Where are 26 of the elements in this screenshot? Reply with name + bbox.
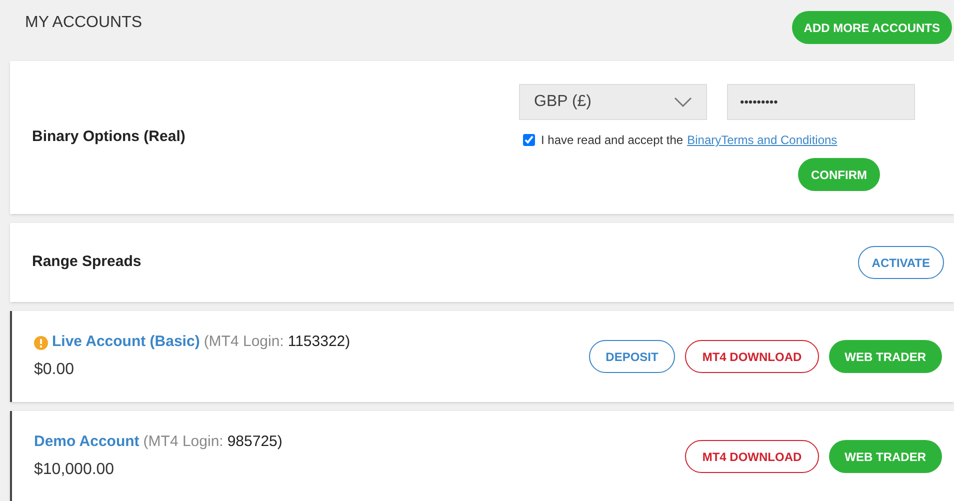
warning-icon xyxy=(34,336,48,350)
login-id: 1153322) xyxy=(288,332,350,352)
account-link[interactable]: Live Account (Basic) xyxy=(52,331,200,354)
chevron-icon xyxy=(674,97,692,107)
download-button[interactable]: MT4 DOWNLOAD xyxy=(685,440,819,473)
deposit-button[interactable]: DEPOSIT xyxy=(588,340,676,373)
login-label: (MT4 Login: xyxy=(204,332,284,352)
download-button[interactable]: MT4 DOWNLOAD xyxy=(685,340,819,373)
terms-checkbox[interactable] xyxy=(523,134,535,146)
account-link[interactable]: Demo Account xyxy=(34,431,140,454)
account-name: Range Spreads xyxy=(32,252,142,272)
password-field[interactable]: ••••••••• xyxy=(727,84,915,120)
web-trader-button[interactable]: WEB TRADER xyxy=(828,440,942,473)
page-title: MY ACCOUNTS xyxy=(25,13,142,33)
activate-button[interactable]: ACTIVATE xyxy=(858,246,944,279)
login-id: 985725) xyxy=(227,432,282,452)
account-name: Binary Options (Real) xyxy=(32,127,186,148)
terms-text: I have read and accept the xyxy=(541,132,684,149)
account-balance: $0.00 xyxy=(34,360,76,380)
terms-link[interactable]: BinaryTerms and Conditions xyxy=(687,131,838,149)
currency-select[interactable]: GBP (£) xyxy=(519,84,707,120)
confirm-button[interactable]: CONFIRM xyxy=(798,158,880,191)
web-trader-button[interactable]: WEB TRADER xyxy=(828,340,942,373)
add-accounts-button[interactable]: ADD MORE ACCOUNTS xyxy=(792,11,952,44)
login-label: (MT4 Login: xyxy=(143,432,224,452)
account-balance: $10,000.00 xyxy=(34,460,116,480)
